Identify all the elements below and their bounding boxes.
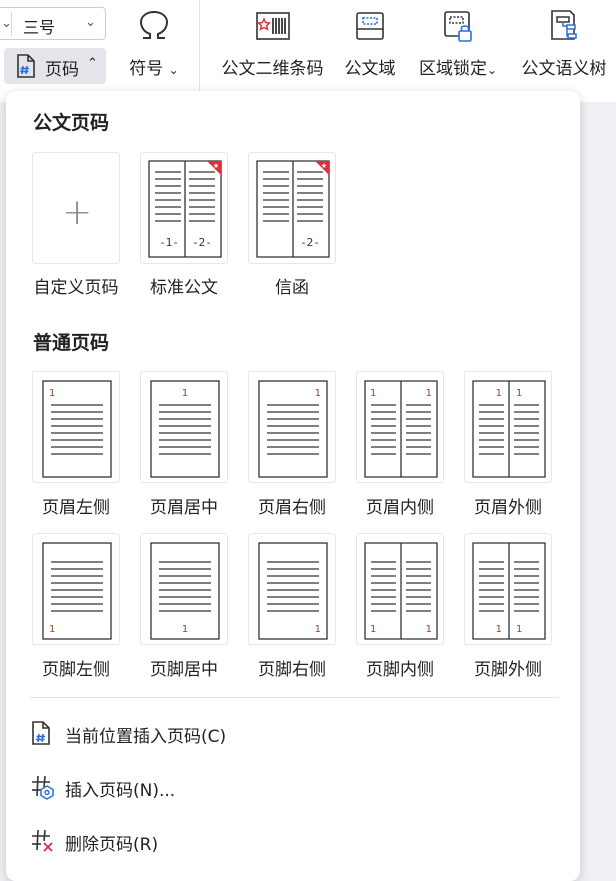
insert-page-number-here-label: 当前位置插入页码(C) — [65, 727, 227, 747]
header-inside-label: 页眉内侧 — [366, 498, 434, 518]
page-digit: 1 — [182, 388, 188, 399]
page-number-label: 页码 — [45, 60, 79, 80]
footer-center-label: 页脚居中 — [150, 660, 218, 680]
document-field-button[interactable]: 公文域 — [339, 8, 401, 79]
letter-label: 信函 — [275, 278, 309, 298]
footer-right-preview: 1 — [258, 542, 328, 640]
page-digit: 1 — [516, 624, 522, 635]
header-left-option[interactable]: 1 — [32, 371, 120, 483]
area-lock-label: 区域锁定 — [418, 59, 487, 79]
omega-icon — [124, 8, 184, 44]
footer-outside-preview: 1 1 — [472, 542, 546, 640]
footer-left-label: 页脚左侧 — [42, 660, 110, 680]
page-number-dropdown: 公文页码 + 自定义页码 ★ -1- -2- 标准公文 ★ -2- 信函 普通页… — [6, 91, 580, 881]
ribbon-divider — [199, 0, 200, 100]
ribbon-toolbar: ⌄ 三号 ⌄ 页码 ⌃ 符号 ⌄ 公文二维条码 公文域 区域锁定⌄ 公文语义树 — [0, 0, 616, 102]
document-field-label: 公文域 — [344, 59, 396, 79]
custom-page-number-option[interactable]: + — [32, 152, 120, 264]
semantic-tree-icon — [516, 8, 612, 44]
page-number-icon — [15, 54, 37, 82]
standard-official-label: 标准公文 — [150, 278, 218, 298]
footer-center-option[interactable]: 1 — [140, 533, 228, 645]
plus-icon: + — [62, 192, 93, 233]
delete-page-number-label: 删除页码(R) — [65, 835, 159, 855]
official-section-title: 公文页码 — [33, 112, 110, 134]
footer-inside-label: 页脚内侧 — [366, 660, 434, 680]
header-right-preview: 1 — [258, 380, 328, 478]
footer-outside-label: 页脚外侧 — [474, 660, 542, 680]
header-inside-preview: 1 1 — [364, 380, 438, 478]
header-right-label: 页眉右侧 — [258, 498, 326, 518]
semantic-tree-button[interactable]: 公文语义树 — [516, 8, 612, 79]
insert-page-number-here-icon — [30, 720, 52, 750]
svg-text:★: ★ — [321, 162, 327, 170]
header-left-label: 页眉左侧 — [42, 498, 110, 518]
barcode-label: 公文二维条码 — [221, 59, 324, 79]
page-digit: 1 — [182, 624, 188, 635]
insert-page-number-icon — [30, 774, 56, 804]
document-field-icon — [339, 8, 401, 44]
footer-left-preview: 1 — [42, 542, 112, 640]
insert-page-number-label: 插入页码(N)... — [65, 781, 176, 801]
page-digit: 1 — [49, 624, 55, 635]
insert-page-number-here-item[interactable]: 当前位置插入页码(C) — [30, 716, 550, 752]
barcode-icon — [215, 8, 330, 44]
menu-divider — [30, 697, 558, 698]
chevron-up-icon: ⌃ — [87, 56, 98, 71]
header-center-preview: 1 — [150, 380, 220, 478]
delete-page-number-item[interactable]: 删除页码(R) — [30, 824, 550, 860]
footer-outside-option[interactable]: 1 1 — [464, 533, 552, 645]
page-digit: 1 — [49, 388, 55, 399]
font-size-value: 三号 — [23, 18, 56, 37]
page-digit: 1 — [370, 388, 376, 399]
header-right-option[interactable]: 1 — [248, 371, 336, 483]
font-size-select[interactable]: ⌄ 三号 ⌄ — [0, 7, 106, 40]
semantic-tree-label: 公文语义树 — [521, 59, 607, 79]
custom-page-number-label: 自定义页码 — [33, 278, 119, 298]
page-digit: 1 — [496, 388, 502, 399]
page-number-text: -2- — [300, 236, 320, 249]
header-outside-preview: 1 1 — [472, 380, 546, 478]
standard-official-preview: ★ -1- -2- — [148, 160, 222, 258]
page-number-text: -1- — [159, 236, 179, 249]
header-center-label: 页眉居中 — [150, 498, 218, 518]
chevron-down-icon: ⌄ — [168, 63, 179, 77]
header-outside-option[interactable]: 1 1 — [464, 371, 552, 483]
page-number-button[interactable]: 页码 ⌃ — [4, 48, 106, 84]
chevron-down-icon: ⌄ — [486, 63, 498, 77]
footer-inside-option[interactable]: 1 1 — [356, 533, 444, 645]
header-inside-option[interactable]: 1 1 — [356, 371, 444, 483]
page-digit: 1 — [426, 624, 432, 635]
header-center-option[interactable]: 1 — [140, 371, 228, 483]
footer-inside-preview: 1 1 — [364, 542, 438, 640]
delete-page-number-icon — [30, 828, 56, 858]
page-digit: 1 — [370, 624, 376, 635]
page-number-text: -2- — [192, 236, 212, 249]
area-lock-icon — [411, 8, 505, 44]
page-digit: 1 — [315, 624, 321, 635]
letter-preview: ★ -2- — [256, 160, 330, 258]
page-digit: 1 — [315, 388, 321, 399]
header-outside-label: 页眉外侧 — [474, 498, 542, 518]
header-left-preview: 1 — [42, 380, 112, 478]
footer-left-option[interactable]: 1 — [32, 533, 120, 645]
footer-center-preview: 1 — [150, 542, 220, 640]
insert-page-number-item[interactable]: 插入页码(N)... — [30, 770, 550, 806]
svg-text:★: ★ — [213, 162, 219, 170]
barcode-button[interactable]: 公文二维条码 — [215, 8, 330, 79]
normal-section-title: 普通页码 — [33, 332, 110, 354]
page-digit: 1 — [516, 388, 522, 399]
footer-right-label: 页脚右侧 — [258, 660, 326, 680]
area-lock-button[interactable]: 区域锁定⌄ — [411, 8, 505, 79]
footer-right-option[interactable]: 1 — [248, 533, 336, 645]
letter-option[interactable]: ★ -2- — [248, 152, 336, 264]
page-digit: 1 — [496, 624, 502, 635]
standard-official-option[interactable]: ★ -1- -2- — [140, 152, 228, 264]
page-digit: 1 — [426, 388, 432, 399]
chevron-down-icon[interactable]: ⌄ — [85, 15, 96, 30]
symbol-label: 符号 — [129, 59, 164, 79]
divider — [11, 12, 12, 36]
symbol-button[interactable]: 符号 ⌄ — [124, 8, 184, 79]
